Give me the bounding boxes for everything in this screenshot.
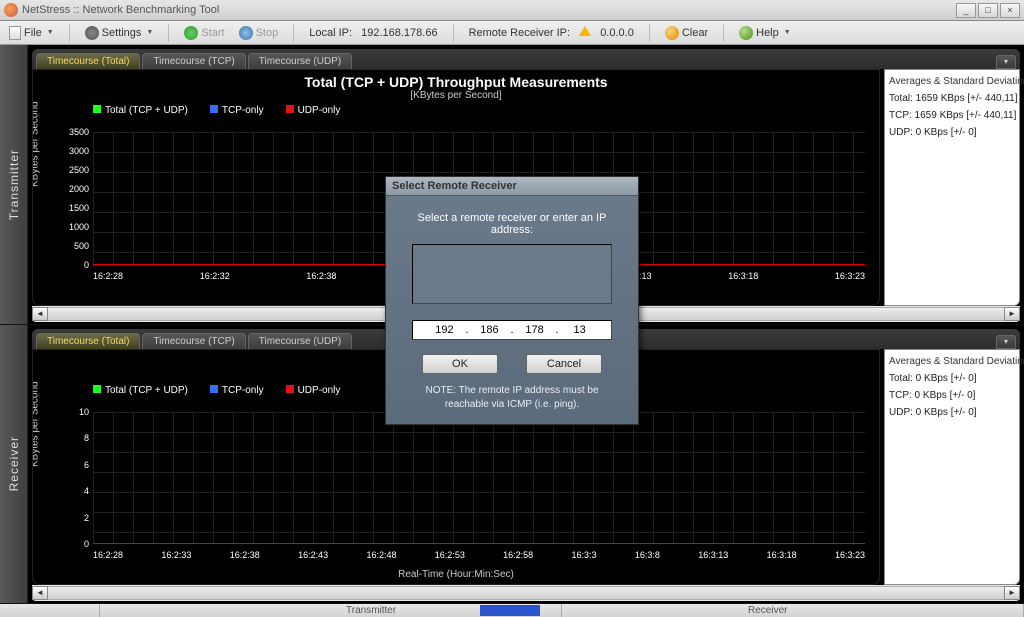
scroll-track[interactable]	[48, 586, 1004, 600]
gear-icon	[85, 26, 99, 40]
remote-ip-value[interactable]: 0.0.0.0	[600, 27, 634, 39]
transmitter-stats: Averages & Standard Deviation Total: 165…	[884, 69, 1020, 306]
tab-overflow-button[interactable]: ▾	[996, 55, 1016, 69]
scroll-left-button[interactable]: ◄	[32, 586, 48, 600]
tab-udp[interactable]: Timecourse (UDP)	[248, 53, 352, 69]
status-transmitter-label: Transmitter	[346, 605, 396, 616]
stop-icon	[239, 26, 253, 40]
file-icon	[9, 26, 21, 40]
select-remote-receiver-dialog: Select Remote Receiver Select a remote r…	[385, 176, 639, 425]
help-icon	[739, 26, 753, 40]
status-receiver-label: Receiver	[748, 605, 787, 616]
transmitter-tabstrip: Timecourse (Total) Timecourse (TCP) Time…	[32, 49, 1020, 69]
receiver-listbox[interactable]	[412, 244, 612, 304]
stat-udp: UDP: 0 KBps [+/- 0]	[889, 127, 1015, 138]
window-titlebar: NetStress :: Network Benchmarking Tool _…	[0, 0, 1024, 21]
file-menu[interactable]: File▼	[6, 26, 57, 40]
minimize-button[interactable]: _	[956, 3, 976, 18]
maximize-button[interactable]: □	[978, 3, 998, 18]
dialog-prompt: Select a remote receiver or enter an IP …	[402, 212, 622, 236]
dialog-title: Select Remote Receiver	[386, 177, 638, 196]
remote-ip-label: Remote Receiver IP: 0.0.0.0	[466, 27, 637, 39]
window-title: NetStress :: Network Benchmarking Tool	[22, 4, 219, 16]
settings-menu[interactable]: Settings▼	[82, 26, 157, 40]
main-toolbar: File▼ Settings▼ Start Stop Local IP: 192…	[0, 21, 1024, 45]
chart-subtitle: [KBytes per Second]	[33, 90, 879, 101]
y-ticks: 0500100015002000250030003500	[51, 132, 89, 265]
chart-legend: Total (TCP + UDP) TCP-only UDP-only	[33, 101, 879, 118]
stat-total: Total: 0 KBps [+/- 0]	[889, 373, 1015, 384]
scroll-right-button[interactable]: ►	[1004, 586, 1020, 600]
y-axis-label: KBytes per Second	[32, 102, 41, 188]
stat-udp: UDP: 0 KBps [+/- 0]	[889, 407, 1015, 418]
chart-hscrollbar[interactable]: ◄ ►	[32, 585, 1020, 601]
plot-area	[93, 412, 865, 545]
cancel-button[interactable]: Cancel	[526, 354, 602, 374]
tab-total[interactable]: Timecourse (Total)	[36, 53, 140, 69]
x-axis-label: Real-Time (Hour:Min:Sec)	[33, 569, 879, 580]
stop-button[interactable]: Stop	[236, 26, 282, 40]
y-axis-label: KBytes per Second	[32, 381, 41, 467]
dialog-note: NOTE: The remote IP address must be reac…	[402, 384, 622, 412]
transmitter-sidebar: Transmitter	[0, 45, 28, 324]
tab-tcp[interactable]: Timecourse (TCP)	[142, 333, 245, 349]
ok-button[interactable]: OK	[422, 354, 498, 374]
start-button[interactable]: Start	[181, 26, 227, 40]
tab-tcp[interactable]: Timecourse (TCP)	[142, 53, 245, 69]
tab-overflow-button[interactable]: ▾	[996, 335, 1016, 349]
local-ip-value: 192.168.178.66	[361, 27, 437, 39]
tab-udp[interactable]: Timecourse (UDP)	[248, 333, 352, 349]
receiver-sidebar: Receiver	[0, 325, 28, 604]
y-ticks: 0246810	[51, 412, 89, 545]
app-icon	[4, 3, 18, 17]
tab-total[interactable]: Timecourse (Total)	[36, 333, 140, 349]
scroll-right-button[interactable]: ►	[1004, 307, 1020, 321]
status-bar: Transmitter Receiver	[0, 604, 1024, 617]
close-button[interactable]: ×	[1000, 3, 1020, 18]
receiver-stats: Averages & Standard Deviation Total: 0 K…	[884, 349, 1020, 586]
transmitter-progress	[480, 605, 540, 616]
x-ticks: 16:2:2816:2:3316:2:3816:2:4316:2:4816:2:…	[93, 550, 865, 560]
play-icon	[184, 26, 198, 40]
stat-tcp: TCP: 0 KBps [+/- 0]	[889, 390, 1015, 401]
help-menu[interactable]: Help▼	[736, 26, 794, 40]
ip-address-input[interactable]: 192.186.178.13	[412, 320, 612, 340]
chart-title: Total (TCP + UDP) Throughput Measurement…	[33, 70, 879, 90]
local-ip-label: Local IP: 192.168.178.66	[306, 27, 440, 39]
star-icon[interactable]	[579, 26, 591, 36]
stat-tcp: TCP: 1659 KBps [+/- 440,11]	[889, 110, 1015, 121]
clear-button[interactable]: Clear	[662, 26, 711, 40]
scroll-left-button[interactable]: ◄	[32, 307, 48, 321]
clear-icon	[665, 26, 679, 40]
stat-total: Total: 1659 KBps [+/- 440,11]	[889, 93, 1015, 104]
